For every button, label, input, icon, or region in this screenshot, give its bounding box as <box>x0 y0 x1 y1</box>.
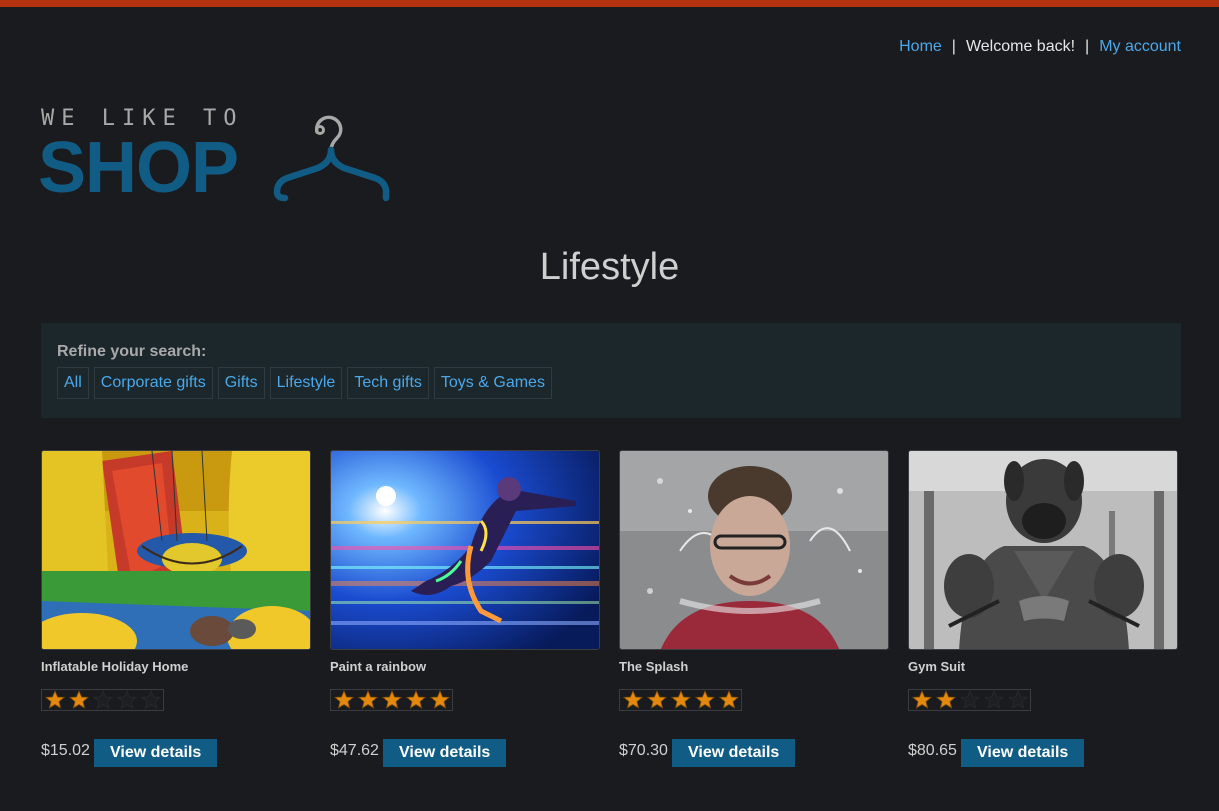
product-card: Inflatable Holiday Home $15.02 View deta… <box>41 450 311 770</box>
star-filled-icon <box>428 690 452 710</box>
star-empty-icon <box>115 690 139 710</box>
product-card: Paint a rainbow $47.62 View details <box>330 450 600 770</box>
star-filled-icon <box>693 690 717 710</box>
refine-search-label: Refine your search: <box>57 343 207 360</box>
product-price: $70.30 <box>619 742 668 759</box>
star-filled-icon <box>717 690 741 710</box>
hanger-icon <box>273 115 390 202</box>
product-card: The Splash $70.30 View details <box>619 450 889 770</box>
star-rating <box>908 689 1031 711</box>
product-image[interactable] <box>330 450 600 650</box>
star-filled-icon <box>910 690 934 710</box>
product-name[interactable]: Inflatable Holiday Home <box>41 659 188 674</box>
star-empty-icon <box>1006 690 1030 710</box>
view-details-button[interactable]: View details <box>961 739 1085 767</box>
product-price: $47.62 <box>330 742 379 759</box>
star-filled-icon <box>43 690 67 710</box>
product-name[interactable]: The Splash <box>619 659 688 674</box>
product-image[interactable] <box>619 450 889 650</box>
star-rating <box>619 689 742 711</box>
star-empty-icon <box>139 690 163 710</box>
filter-lifestyle[interactable]: Lifestyle <box>269 367 343 399</box>
star-filled-icon <box>934 690 958 710</box>
product-price: $15.02 <box>41 742 90 759</box>
star-filled-icon <box>621 690 645 710</box>
logo-wordmark: SHOP <box>38 128 239 208</box>
star-empty-icon <box>91 690 115 710</box>
star-filled-icon <box>404 690 428 710</box>
product-image[interactable] <box>41 450 311 650</box>
product-name[interactable]: Gym Suit <box>908 659 965 674</box>
star-empty-icon <box>958 690 982 710</box>
star-filled-icon <box>645 690 669 710</box>
filter-gifts[interactable]: Gifts <box>217 367 265 399</box>
page-title: Lifestyle <box>539 246 680 288</box>
nav-separator: | <box>1085 38 1090 55</box>
star-filled-icon <box>356 690 380 710</box>
product-card: Gym Suit $80.65 View details <box>908 450 1178 770</box>
star-filled-icon <box>332 690 356 710</box>
star-empty-icon <box>982 690 1006 710</box>
shop-logo[interactable]: WE LIKE TO SHOP <box>38 106 401 208</box>
home-link[interactable]: Home <box>899 38 942 56</box>
filter-tech-gifts[interactable]: Tech gifts <box>347 367 429 399</box>
filter-all[interactable]: All <box>57 367 89 399</box>
filter-corporate-gifts[interactable]: Corporate gifts <box>93 367 213 399</box>
nav-separator: | <box>951 38 956 55</box>
filter-toys-games[interactable]: Toys & Games <box>433 367 552 399</box>
star-filled-icon <box>380 690 404 710</box>
view-details-button[interactable]: View details <box>383 739 507 767</box>
star-rating <box>41 689 164 711</box>
account-nav: Home | Welcome back! | My account <box>899 38 1181 56</box>
star-filled-icon <box>669 690 693 710</box>
my-account-link[interactable]: My account <box>1099 38 1181 56</box>
product-name[interactable]: Paint a rainbow <box>330 659 426 674</box>
star-filled-icon <box>67 690 91 710</box>
category-filter-list: All Corporate gifts Gifts Lifestyle Tech… <box>57 367 552 399</box>
welcome-text: Welcome back! <box>965 38 1076 55</box>
product-price: $80.65 <box>908 742 957 759</box>
refine-search-panel: Refine your search: All Corporate gifts … <box>41 323 1181 418</box>
star-rating <box>330 689 453 711</box>
top-accent-bar <box>0 0 1219 7</box>
product-image[interactable] <box>908 450 1178 650</box>
view-details-button[interactable]: View details <box>672 739 796 767</box>
view-details-button[interactable]: View details <box>94 739 218 767</box>
